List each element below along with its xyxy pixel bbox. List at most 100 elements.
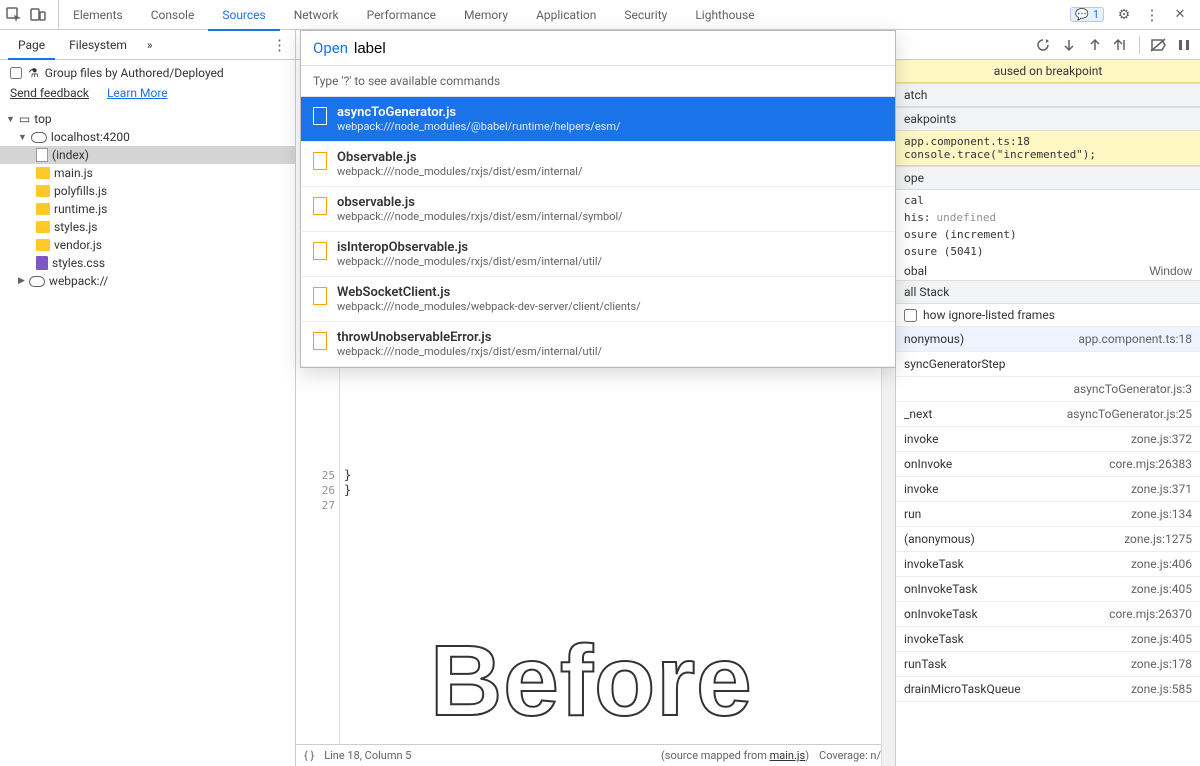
group-files-checkbox[interactable] <box>10 67 22 79</box>
tab-elements[interactable]: Elements <box>59 0 137 30</box>
breakpoints-section[interactable]: eakpoints <box>896 107 1200 131</box>
breakpoint-item[interactable]: app.component.ts:18 console.trace("incre… <box>896 131 1200 166</box>
tree-file[interactable]: styles.js <box>0 218 295 236</box>
scope-item[interactable]: osure (5041) <box>896 243 1200 260</box>
watermark-text: Before <box>430 624 753 739</box>
stack-frame[interactable]: _nextasyncToGenerator.js:25 <box>896 402 1200 427</box>
group-files-label: Group files by Authored/Deployed <box>45 66 224 80</box>
more-tabs-icon[interactable]: » <box>141 38 159 52</box>
stack-frame[interactable]: nonymous)app.component.ts:18 <box>896 327 1200 352</box>
scope-section[interactable]: ope <box>896 166 1200 190</box>
tree-file[interactable]: vendor.js <box>0 236 295 254</box>
file-icon <box>313 242 327 260</box>
tree-host[interactable]: ▼localhost:4200 <box>0 128 295 146</box>
tree-webpack[interactable]: ▶webpack:// <box>0 272 295 290</box>
palette-item[interactable]: observable.jswebpack:///node_modules/rxj… <box>301 187 895 232</box>
inspect-element-icon[interactable] <box>6 7 22 23</box>
stack-frame[interactable]: syncGeneratorStep <box>896 352 1200 377</box>
stack-frame[interactable]: onInvokeTaskzone.js:405 <box>896 577 1200 602</box>
scope-global[interactable]: obalWindow <box>896 262 1200 280</box>
file-tree: ▼▭top ▼localhost:4200 (index)main.jspoly… <box>0 106 295 766</box>
settings-icon[interactable] <box>1116 7 1132 23</box>
stack-frame[interactable]: invokeTaskzone.js:405 <box>896 627 1200 652</box>
palette-item[interactable]: WebSocketClient.jswebpack:///node_module… <box>301 277 895 322</box>
command-palette: Open Type '?' to see available commands … <box>300 30 896 368</box>
pause-exceptions-icon[interactable] <box>1176 37 1192 53</box>
cloud-icon <box>29 276 45 287</box>
file-icon <box>313 197 327 215</box>
tree-file[interactable]: (index) <box>0 146 295 164</box>
palette-item[interactable]: asyncToGenerator.jswebpack:///node_modul… <box>301 97 895 142</box>
tab-sources[interactable]: Sources <box>208 1 279 31</box>
file-icon <box>313 332 327 350</box>
learn-more-link[interactable]: Learn More <box>107 86 168 100</box>
palette-item[interactable]: isInteropObservable.jswebpack:///node_mo… <box>301 232 895 277</box>
format-icon[interactable]: { } <box>304 749 314 762</box>
debugger-toolbar <box>896 30 1200 60</box>
file-icon <box>36 239 50 251</box>
stack-frame[interactable]: asyncToGenerator.js:3 <box>896 377 1200 402</box>
sidebar-more-icon[interactable] <box>272 36 295 54</box>
file-icon <box>36 185 50 197</box>
palette-prefix: Open <box>313 39 348 57</box>
flask-icon: ⚗ <box>28 66 39 80</box>
file-icon <box>36 203 50 215</box>
file-icon <box>313 152 327 170</box>
stack-frame[interactable]: runzone.js:134 <box>896 502 1200 527</box>
tab-memory[interactable]: Memory <box>450 0 522 30</box>
coverage-label: Coverage: n/a <box>819 749 887 762</box>
stack-frame[interactable]: onInvokecore.mjs:26383 <box>896 452 1200 477</box>
editor-status-bar: { } Line 18, Column 5 (source mapped fro… <box>296 744 895 766</box>
file-icon <box>36 221 50 233</box>
palette-input[interactable] <box>354 40 883 57</box>
source-map-link[interactable]: main.js <box>770 749 806 762</box>
file-icon <box>313 107 327 125</box>
stack-frame[interactable]: (anonymous)zone.js:1275 <box>896 527 1200 552</box>
sources-subnav: Page Filesystem » <box>0 30 295 60</box>
scope-item[interactable]: his:undefined <box>896 209 1200 226</box>
tree-file[interactable]: styles.css <box>0 254 295 272</box>
stack-frame[interactable]: invokezone.js:371 <box>896 477 1200 502</box>
tab-lighthouse[interactable]: Lighthouse <box>681 0 768 30</box>
tab-console[interactable]: Console <box>137 0 209 30</box>
chat-icon: 💬 <box>1075 8 1089 21</box>
device-toolbar-icon[interactable] <box>30 7 46 23</box>
stack-frame[interactable]: onInvokeTaskcore.mjs:26370 <box>896 602 1200 627</box>
stack-frame[interactable]: invokezone.js:372 <box>896 427 1200 452</box>
step-out-icon[interactable] <box>1113 37 1129 53</box>
tab-filesystem[interactable]: Filesystem <box>59 30 137 60</box>
send-feedback-link[interactable]: Send feedback <box>10 86 89 100</box>
tree-file[interactable]: polyfills.js <box>0 182 295 200</box>
paused-banner: aused on breakpoint <box>896 60 1200 83</box>
close-devtools-icon[interactable] <box>1172 7 1188 23</box>
palette-item[interactable]: throwUnobservableError.jswebpack:///node… <box>301 322 895 367</box>
stack-frame[interactable]: drainMicroTaskQueuezone.js:585 <box>896 677 1200 702</box>
tree-file[interactable]: runtime.js <box>0 200 295 218</box>
file-icon <box>313 287 327 305</box>
stack-frame[interactable]: runTaskzone.js:178 <box>896 652 1200 677</box>
tree-file[interactable]: main.js <box>0 164 295 182</box>
file-icon <box>36 148 48 162</box>
scope-item[interactable]: osure (increment) <box>896 226 1200 243</box>
tab-performance[interactable]: Performance <box>353 0 450 30</box>
tab-network[interactable]: Network <box>280 0 353 30</box>
step-over-icon[interactable] <box>1061 37 1077 53</box>
callstack-section[interactable]: all Stack <box>896 280 1200 304</box>
issues-badge[interactable]: 💬1 <box>1070 7 1104 22</box>
scope-item[interactable]: cal <box>896 192 1200 209</box>
palette-item[interactable]: Observable.jswebpack:///node_modules/rxj… <box>301 142 895 187</box>
tab-security[interactable]: Security <box>610 0 681 30</box>
file-icon <box>36 256 48 270</box>
tab-page[interactable]: Page <box>8 30 55 60</box>
watch-section[interactable]: atch <box>896 83 1200 107</box>
tab-application[interactable]: Application <box>522 0 610 30</box>
tree-top[interactable]: ▼▭top <box>0 110 295 128</box>
stack-frame[interactable]: invokeTaskzone.js:406 <box>896 552 1200 577</box>
step-into-icon[interactable] <box>1087 37 1103 53</box>
deactivate-breakpoints-icon[interactable] <box>1150 37 1166 53</box>
cursor-position: Line 18, Column 5 <box>324 749 411 762</box>
more-menu-icon[interactable] <box>1144 7 1160 23</box>
debugger-pane: aused on breakpoint atch eakpoints app.c… <box>896 30 1200 766</box>
resume-icon[interactable] <box>1035 37 1051 53</box>
ignore-listed-checkbox[interactable]: how ignore-listed frames <box>896 304 1200 327</box>
